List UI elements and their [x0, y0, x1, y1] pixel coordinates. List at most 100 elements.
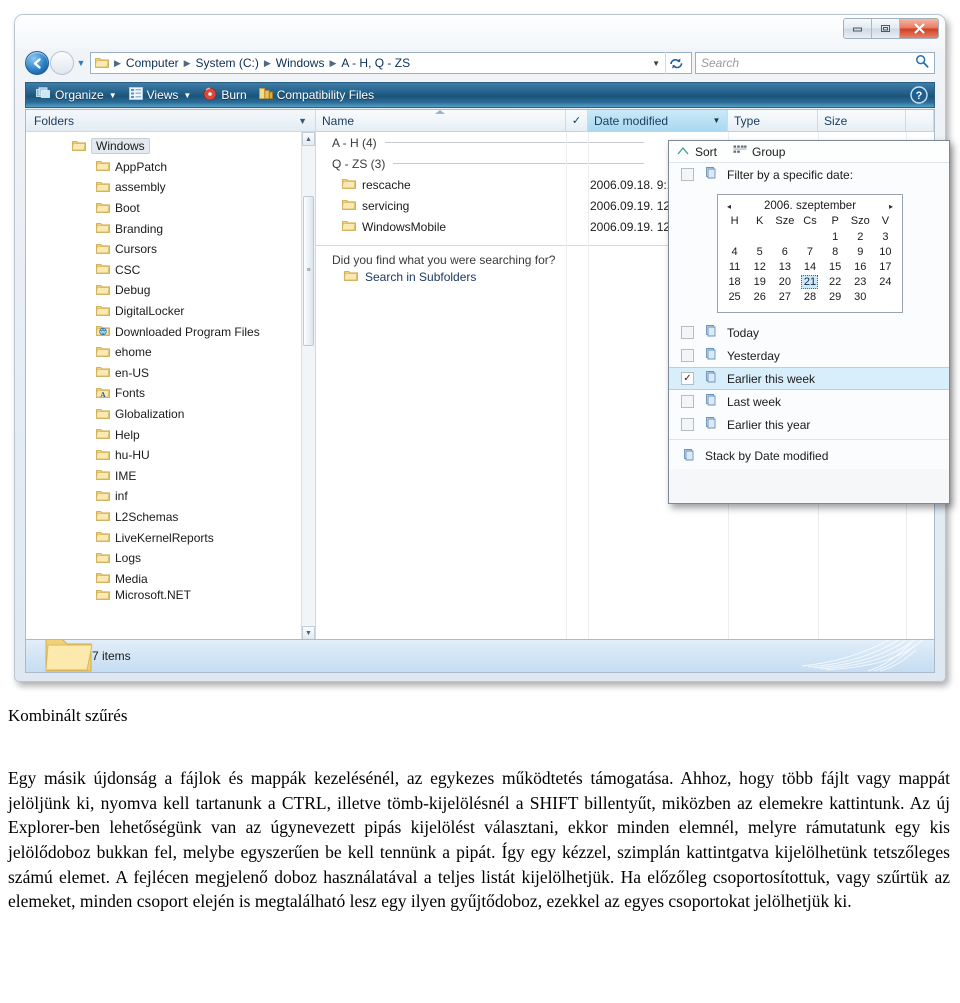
breadcrumb-item-1[interactable]: System (C:): [193, 55, 262, 71]
filter-option-earlier-this-week[interactable]: ✓ Earlier this week: [669, 367, 949, 390]
calendar-day[interactable]: 3: [873, 229, 898, 244]
tree-item-csc[interactable]: CSC: [26, 260, 301, 281]
calendar-day[interactable]: 18: [722, 274, 747, 289]
column-header-size[interactable]: Size: [818, 110, 906, 131]
calendar-day[interactable]: 8: [823, 244, 848, 259]
calendar-day[interactable]: 6: [772, 244, 797, 259]
search-input[interactable]: Search: [695, 52, 935, 74]
tree-item-debug[interactable]: Debug: [26, 280, 301, 301]
calendar-day[interactable]: 24: [873, 274, 898, 289]
chevron-down-icon[interactable]: ▼: [183, 91, 191, 100]
help-button[interactable]: ?: [910, 86, 928, 104]
tree-item-downloaded-program-files[interactable]: Downloaded Program Files: [26, 321, 301, 342]
tree-item-branding[interactable]: Branding: [26, 218, 301, 239]
calendar-day[interactable]: 4: [722, 244, 747, 259]
calendar-day[interactable]: 23: [848, 274, 873, 289]
calendar-day[interactable]: 15: [823, 259, 848, 274]
calendar-day[interactable]: 19: [747, 274, 772, 289]
tree-scrollbar[interactable]: ▲ ≡ ▼: [301, 132, 315, 640]
tree-item-apppatch[interactable]: AppPatch: [26, 157, 301, 178]
tree-item-digitallocker[interactable]: DigitalLocker: [26, 301, 301, 322]
tree-item-ehome[interactable]: ehome: [26, 342, 301, 363]
column-header-name[interactable]: Name: [316, 110, 566, 131]
calendar-day[interactable]: 10: [873, 244, 898, 259]
calendar-next-month-icon[interactable]: ▸: [889, 202, 893, 211]
filter-option-last-week[interactable]: Last week: [669, 390, 949, 413]
breadcrumb-item-2[interactable]: Windows: [273, 55, 328, 71]
calendar-day[interactable]: 7: [797, 244, 822, 259]
tree-item-ime[interactable]: IME: [26, 466, 301, 487]
filter-option-today[interactable]: Today: [669, 321, 949, 344]
calendar-day[interactable]: 21: [797, 274, 822, 289]
tree-item-help[interactable]: Help: [26, 424, 301, 445]
filter-option-checkbox[interactable]: [681, 349, 694, 362]
calendar-day[interactable]: 28: [797, 289, 822, 304]
search-icon[interactable]: [915, 54, 929, 73]
folders-pane-header[interactable]: Folders ▼: [26, 110, 315, 132]
calendar-day[interactable]: 1: [823, 229, 848, 244]
calendar-day[interactable]: 30: [848, 289, 873, 304]
calendar-day[interactable]: 13: [772, 259, 797, 274]
tree-item-hu-hu[interactable]: hu-HU: [26, 445, 301, 466]
breadcrumb-item-3[interactable]: A - H, Q - ZS: [338, 55, 413, 71]
views-button[interactable]: Views ▼: [125, 85, 200, 105]
chevron-down-icon[interactable]: ▼: [109, 91, 117, 100]
calendar-day[interactable]: 27: [772, 289, 797, 304]
chevron-down-icon[interactable]: ▼: [298, 116, 307, 126]
refresh-icon[interactable]: [665, 52, 687, 74]
tree-item-fonts[interactable]: A Fonts: [26, 383, 301, 404]
tree-item-windows[interactable]: Windows: [26, 136, 301, 157]
filter-specific-date-checkbox[interactable]: [681, 168, 694, 181]
filter-option-earlier-this-year[interactable]: Earlier this year: [669, 413, 949, 436]
calendar-day[interactable]: 11: [722, 259, 747, 274]
calendar-day[interactable]: 9: [848, 244, 873, 259]
filter-option-checkbox[interactable]: [681, 395, 694, 408]
calendar-day[interactable]: 25: [722, 289, 747, 304]
tree-item-assembly[interactable]: assembly: [26, 177, 301, 198]
calendar-selected-day[interactable]: 21: [801, 274, 819, 289]
filter-specific-date-row[interactable]: Filter by a specific date:: [669, 163, 949, 186]
calendar-day[interactable]: 20: [772, 274, 797, 289]
breadcrumb[interactable]: ▶ Computer ▶ System (C:) ▶ Windows ▶ A -…: [90, 52, 692, 74]
tree-item-en-us[interactable]: en-US: [26, 363, 301, 384]
tree-item-cursors[interactable]: Cursors: [26, 239, 301, 260]
calendar-day[interactable]: 22: [823, 274, 848, 289]
date-picker-calendar[interactable]: ◂ 2006. szeptember ▸ H K Sze Cs P Szo V 123456…: [717, 194, 903, 313]
sort-label[interactable]: Sort: [695, 145, 717, 159]
tree-item-microsoft-net[interactable]: Microsoft.NET: [26, 589, 301, 601]
breadcrumb-item-0[interactable]: Computer: [123, 55, 182, 71]
tree-item-livekernelreports[interactable]: LiveKernelReports: [26, 527, 301, 548]
filter-option-yesterday[interactable]: Yesterday: [669, 344, 949, 367]
organize-button[interactable]: Organize ▼: [32, 85, 125, 105]
minimize-button[interactable]: [844, 19, 872, 38]
calendar-day[interactable]: 26: [747, 289, 772, 304]
recent-pages-dropdown[interactable]: ▼: [74, 58, 88, 68]
compatibility-files-button[interactable]: Compatibility Files: [255, 85, 382, 105]
forward-button[interactable]: [50, 51, 74, 75]
tree-item-media[interactable]: Media: [26, 568, 301, 589]
column-header-type[interactable]: Type: [728, 110, 818, 131]
calendar-prev-month-icon[interactable]: ◂: [727, 202, 731, 211]
scroll-up-arrow[interactable]: ▲: [302, 132, 315, 146]
tree-item-l2schemas[interactable]: L2Schemas: [26, 507, 301, 528]
scroll-down-arrow[interactable]: ▼: [302, 626, 315, 640]
filter-option-checkbox[interactable]: ✓: [681, 372, 694, 385]
close-button[interactable]: [900, 19, 938, 38]
calendar-day[interactable]: 5: [747, 244, 772, 259]
column-header-date-dropdown[interactable]: ▼: [706, 110, 728, 131]
tree-item-boot[interactable]: Boot: [26, 198, 301, 219]
calendar-day[interactable]: 2: [848, 229, 873, 244]
maximize-button[interactable]: [872, 19, 900, 38]
filter-option-checkbox[interactable]: [681, 418, 694, 431]
chevron-down-icon[interactable]: ▼: [647, 59, 665, 68]
scroll-thumb[interactable]: ≡: [303, 196, 314, 346]
column-header-date-modified[interactable]: Date modified: [588, 110, 706, 131]
group-label[interactable]: Group: [752, 145, 785, 159]
calendar-day[interactable]: 16: [848, 259, 873, 274]
tree-item-globalization[interactable]: Globalization: [26, 404, 301, 425]
calendar-day[interactable]: 12: [747, 259, 772, 274]
tree-item-logs[interactable]: Logs: [26, 548, 301, 569]
column-header-select-all[interactable]: ✓: [566, 110, 588, 131]
burn-button[interactable]: Burn: [199, 85, 254, 106]
filter-option-checkbox[interactable]: [681, 326, 694, 339]
